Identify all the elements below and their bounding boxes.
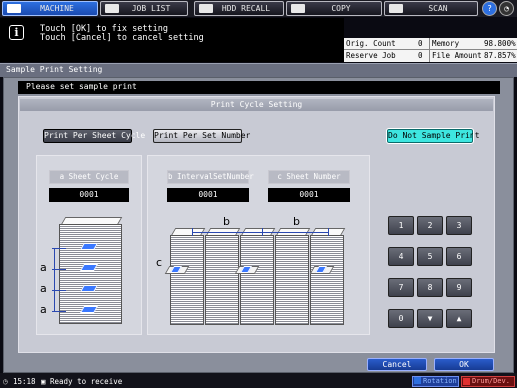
paper-stack	[275, 235, 309, 325]
b-interval-set-number-label: b IntervalSetNumber	[167, 170, 254, 184]
prompt-bar: Please set sample print	[18, 81, 500, 94]
window-title: Sample Print Setting	[6, 65, 103, 74]
info-icon: i	[9, 25, 24, 40]
paper-stack	[310, 235, 344, 325]
paper-stack	[240, 235, 274, 325]
c-sheet-number-label: c Sheet Number	[268, 170, 350, 184]
window-titlebar: Sample Print Setting	[0, 63, 517, 77]
tab-job-list[interactable]: JOB LIST	[100, 1, 188, 16]
reserve-job-label: Reserve Job	[346, 51, 396, 60]
label-b-2: b	[293, 215, 300, 228]
label-a-3: a	[40, 303, 47, 316]
label-c: c	[156, 256, 163, 269]
key-1[interactable]: 1	[388, 216, 414, 235]
drum-icon	[463, 378, 470, 385]
file-amount-label: File Amount	[432, 51, 482, 60]
rotation-label: Rotation	[423, 377, 457, 385]
increment-button[interactable]: ▲	[446, 309, 472, 328]
file-amount-value: 87.857%	[484, 51, 516, 60]
a-sheet-cycle-value[interactable]: 0001	[49, 188, 129, 202]
cancel-button[interactable]: Cancel	[367, 358, 427, 371]
paper-stack	[205, 235, 239, 325]
status-counters: Orig. Count 0 Memory 98.800% Reserve Job…	[344, 38, 517, 62]
key-2[interactable]: 2	[417, 216, 443, 235]
key-3[interactable]: 3	[446, 216, 472, 235]
key-0[interactable]: 0	[388, 309, 414, 328]
prompt-text: Please set sample print	[26, 82, 137, 91]
orig-count-value: 0	[418, 39, 423, 48]
message-line-2: Touch [Cancel] to cancel setting	[40, 33, 204, 43]
time-display: 15:18	[13, 377, 36, 386]
c-sheet-number-value[interactable]: 0001	[268, 188, 350, 202]
key-6[interactable]: 6	[446, 247, 472, 266]
panel-title: Print Cycle Setting	[20, 99, 493, 111]
memory-label: Memory	[432, 39, 460, 48]
label-a-1: a	[40, 261, 47, 274]
print-per-sheet-cycle-button[interactable]: Print Per Sheet Cycle	[42, 128, 145, 144]
rotation-icon	[414, 377, 421, 384]
tab-scan[interactable]: SCAN	[384, 1, 478, 16]
tab-hdd-recall[interactable]: HDD RECALL	[194, 1, 284, 16]
drum-dev-label: Drum/Dev.	[472, 377, 510, 385]
label-a-2: a	[40, 282, 47, 295]
print-per-set-number-button[interactable]: Print Per Set Number	[153, 129, 250, 143]
orig-count-label: Orig. Count	[346, 39, 396, 48]
clock-icon: ◷	[3, 377, 8, 386]
power-icon[interactable]: ◔	[499, 1, 514, 16]
a-sheet-cycle-label: a Sheet Cycle	[49, 170, 129, 184]
key-4[interactable]: 4	[388, 247, 414, 266]
do-not-sample-print-button[interactable]: Do Not Sample Print	[386, 128, 480, 144]
printer-icon: ▣	[41, 377, 46, 386]
b-interval-set-number-value[interactable]: 0001	[167, 188, 249, 202]
key-5[interactable]: 5	[417, 247, 443, 266]
status-text: Ready to receive	[50, 377, 123, 386]
ok-button[interactable]: OK	[434, 358, 494, 371]
paper-stack	[170, 235, 204, 325]
label-b-1: b	[223, 215, 230, 228]
tab-copy[interactable]: COPY	[286, 1, 382, 16]
key-9[interactable]: 9	[446, 278, 472, 297]
help-icon[interactable]: ?	[482, 1, 497, 16]
reserve-job-value: 0	[418, 51, 423, 60]
key-7[interactable]: 7	[388, 278, 414, 297]
decrement-button[interactable]: ▼	[417, 309, 443, 328]
memory-value: 98.800%	[484, 39, 516, 48]
tab-machine[interactable]: MACHINE	[2, 1, 98, 16]
key-8[interactable]: 8	[417, 278, 443, 297]
